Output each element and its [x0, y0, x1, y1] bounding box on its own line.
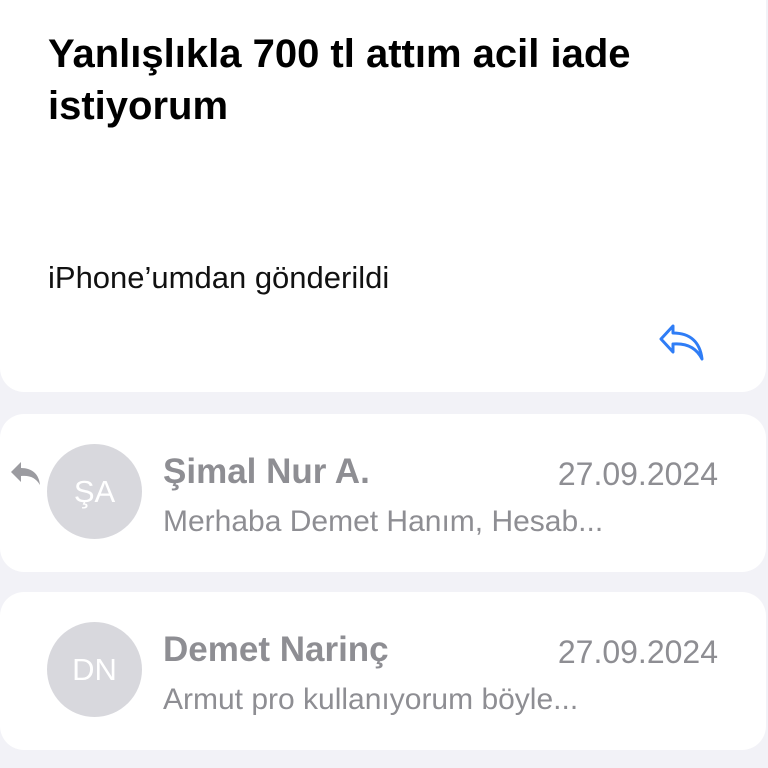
mail-thread-screen: Yanlışlıkla 700 tl attım acil iade istiy… — [0, 0, 768, 768]
message-subject: Yanlışlıkla 700 tl attım acil iade istiy… — [48, 32, 631, 128]
reply-arrow-icon — [659, 324, 704, 361]
thread-message-item[interactable]: ŞA Şimal Nur A. 27.09.2024 Merhaba Demet… — [0, 414, 766, 572]
message-date: 27.09.2024 — [557, 634, 718, 670]
thread-message-item[interactable]: DN Demet Narinç 27.09.2024 Armut pro kul… — [0, 592, 766, 750]
avatar: ŞA — [47, 444, 142, 539]
reply-button[interactable] — [656, 318, 708, 370]
open-message-card: Yanlışlıkla 700 tl attım acil iade istiy… — [0, 0, 766, 392]
message-body: iPhone’umdan gönderildi — [48, 260, 390, 295]
sender-name: Demet Narinç — [163, 630, 389, 669]
message-date: 27.09.2024 — [557, 456, 718, 492]
message-preview: Merhaba Demet Hanım, Hesab... — [163, 505, 604, 538]
message-preview: Armut pro kullanıyorum böyle... — [163, 683, 579, 716]
replied-arrow-icon — [11, 462, 40, 485]
avatar: DN — [47, 622, 142, 717]
sender-name: Şimal Nur A. — [163, 452, 370, 491]
